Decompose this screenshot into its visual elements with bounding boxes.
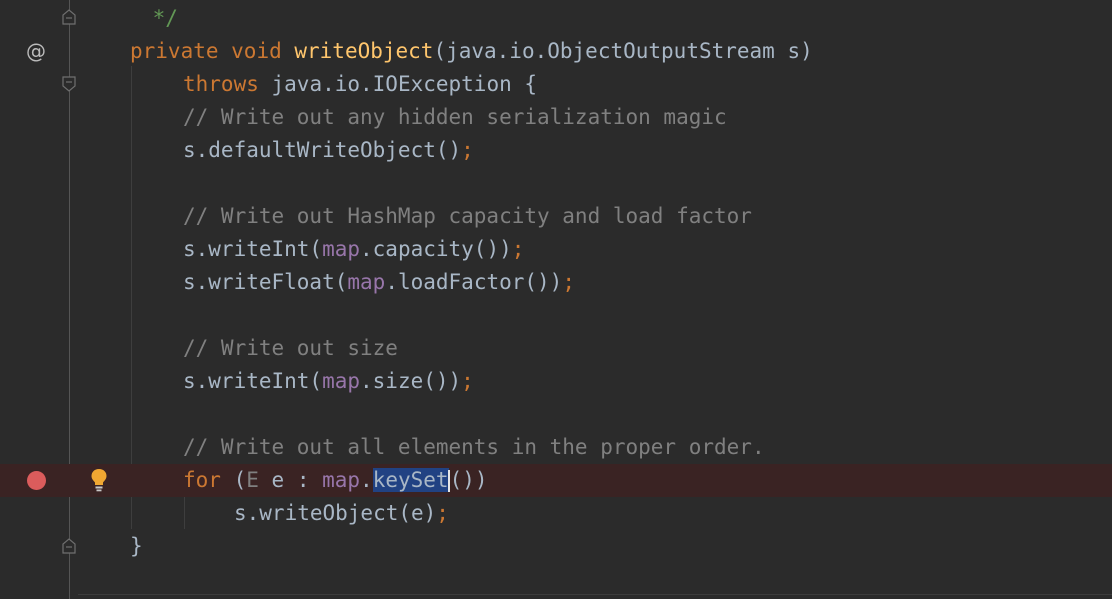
line-content: // Write out HashMap capacity and load f… — [183, 200, 752, 233]
code-token: for — [183, 468, 234, 492]
line-content: s.writeObject(e); — [234, 497, 449, 530]
code-token: s.defaultWriteObject() — [183, 138, 462, 162]
code-token: E — [246, 468, 259, 492]
line-content: s.writeInt(map.capacity()); — [183, 233, 524, 266]
code-line-10[interactable] — [0, 299, 1112, 332]
code-token: ; — [562, 270, 575, 294]
code-token: // Write out all elements in the proper … — [183, 435, 765, 459]
code-token: private — [130, 39, 232, 63]
code-token: throws — [183, 72, 272, 96]
line-content: private void writeObject(java.io.ObjectO… — [130, 35, 813, 68]
line-content: // Write out any hidden serialization ma… — [183, 101, 727, 134]
code-line-3[interactable]: throws java.io.IOException { — [0, 68, 1112, 101]
lightbulb-icon[interactable] — [90, 468, 108, 492]
line-content: s.defaultWriteObject(); — [183, 134, 474, 167]
code-token: // Write out any hidden serialization ma… — [183, 105, 727, 129]
code-line-9[interactable]: s.writeFloat(map.loadFactor()); — [0, 266, 1112, 299]
line-content: throws java.io.IOException { — [183, 68, 537, 101]
code-token: ; — [461, 138, 474, 162]
code-token: s.writeFloat( — [183, 270, 348, 294]
code-token: */ — [140, 6, 178, 30]
at-icon[interactable]: @ — [26, 35, 46, 68]
line-content: } — [130, 530, 143, 563]
code-token: s.writeInt( — [183, 369, 323, 393]
code-token: (java.io.ObjectOutputStream s) — [433, 39, 813, 63]
code-token: map — [322, 237, 361, 261]
line-content: // Write out size — [183, 332, 398, 365]
code-token: s.writeInt( — [183, 237, 323, 261]
code-token: e : — [258, 468, 323, 492]
code-token: } — [130, 534, 143, 558]
code-line-2[interactable]: @ private void writeObject(java.io.Objec… — [0, 35, 1112, 68]
code-token: java.io.IOException { — [271, 72, 538, 96]
code-line-16[interactable]: s.writeObject(e); — [0, 497, 1112, 530]
code-token: map — [322, 369, 361, 393]
code-token: .capacity()) — [360, 237, 512, 261]
line-content: s.writeInt(map.size()); — [183, 365, 474, 398]
code-line-1[interactable]: */ — [0, 2, 1112, 35]
code-token: // Write out HashMap capacity and load f… — [183, 204, 752, 228]
code-token: map — [322, 468, 361, 492]
code-line-8[interactable]: s.writeInt(map.capacity()); — [0, 233, 1112, 266]
code-token: ()) — [449, 468, 488, 492]
code-line-11[interactable]: // Write out size — [0, 332, 1112, 365]
code-token: ; — [461, 369, 474, 393]
code-line-13[interactable] — [0, 398, 1112, 431]
code-line-5[interactable]: s.defaultWriteObject(); — [0, 134, 1112, 167]
code-token: // Write out size — [183, 336, 398, 360]
breakpoint-icon[interactable] — [27, 471, 46, 490]
code-token: ; — [436, 501, 449, 525]
code-token: writeObject — [294, 39, 434, 63]
code-token: void — [231, 39, 295, 63]
code-token: .size()) — [360, 369, 462, 393]
code-line-12[interactable]: s.writeInt(map.size()); — [0, 365, 1112, 398]
method-separator — [78, 594, 1112, 595]
code-line-14[interactable]: // Write out all elements in the proper … — [0, 431, 1112, 464]
line-content: s.writeFloat(map.loadFactor()); — [183, 266, 575, 299]
selected-text: keySet — [372, 468, 449, 492]
code-line-17[interactable]: } — [0, 530, 1112, 563]
line-content: for (E e : map.keySet()) — [183, 464, 488, 497]
code-token: .loadFactor()) — [385, 270, 563, 294]
code-token: s.writeObject(e) — [234, 501, 437, 525]
code-line-15-breakpoint[interactable]: for (E e : map.keySet()) — [0, 464, 1112, 497]
code-line-6[interactable] — [0, 167, 1112, 200]
line-content: */ — [140, 2, 178, 35]
line-content: // Write out all elements in the proper … — [183, 431, 765, 464]
code-token: . — [360, 468, 373, 492]
code-token: ( — [233, 468, 247, 492]
code-editor[interactable]: */ @ private void writeObject(java.io.Ob… — [0, 0, 1112, 599]
code-token: ; — [511, 237, 525, 261]
code-line-4[interactable]: // Write out any hidden serialization ma… — [0, 101, 1112, 134]
code-line-7[interactable]: // Write out HashMap capacity and load f… — [0, 200, 1112, 233]
code-token: map — [347, 270, 386, 294]
